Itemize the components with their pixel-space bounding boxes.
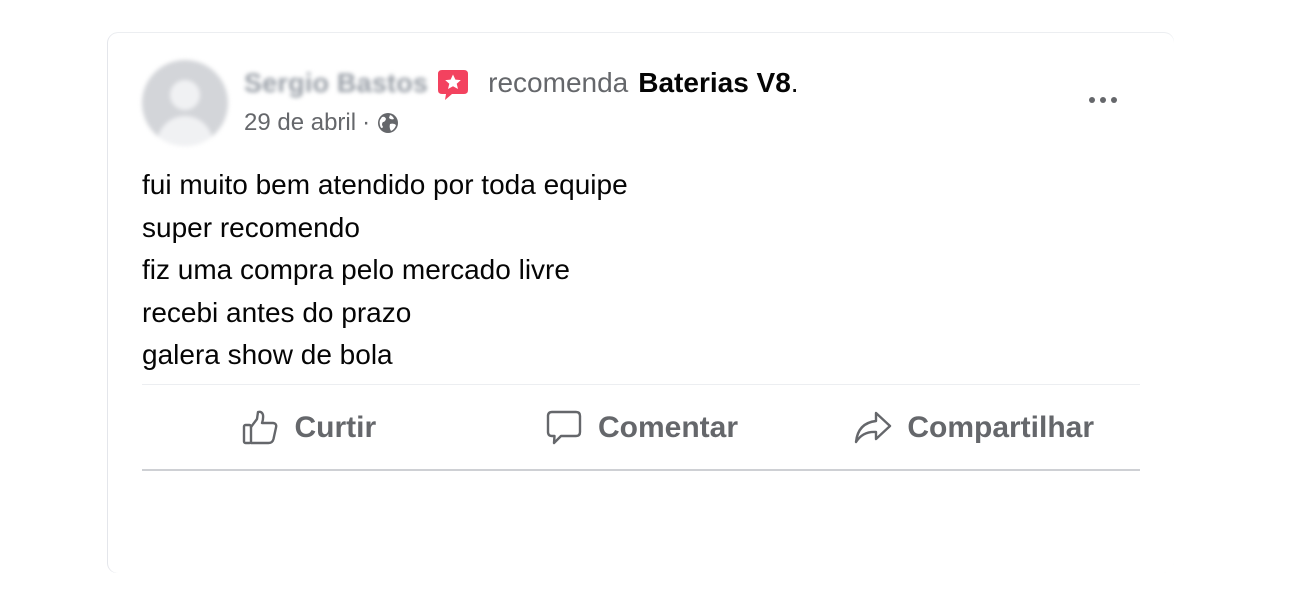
share-icon xyxy=(855,411,892,444)
comment-button[interactable]: Comentar xyxy=(475,395,808,461)
post-meta: 29 de abril · xyxy=(244,109,400,137)
post-card: Sergio Bastos recomenda Baterias V8 . 29… xyxy=(108,33,1174,573)
post-text-line: fui muito bem atendido por toda equipe xyxy=(142,169,628,200)
post-body: fui muito bem atendido por toda equipe s… xyxy=(142,164,628,377)
more-dot xyxy=(1111,97,1117,103)
post-text-line: super recomendo xyxy=(142,211,360,243)
header-period: . xyxy=(790,67,799,98)
like-label: Curtir xyxy=(294,411,377,444)
meta-separator: · xyxy=(362,109,371,136)
action-bar: Curtir Comentar Compartilhar xyxy=(142,395,1140,461)
post-text-line: galera show de bola xyxy=(142,339,393,370)
divider xyxy=(142,384,1140,385)
like-button[interactable]: Curtir xyxy=(142,395,475,461)
more-options-icon[interactable] xyxy=(1083,85,1123,115)
recommend-verb: recomenda xyxy=(488,67,629,98)
divider xyxy=(142,469,1140,471)
share-button[interactable]: Compartilhar xyxy=(807,395,1140,461)
globe-icon[interactable] xyxy=(376,111,400,135)
page-name-link[interactable]: Baterias V8 xyxy=(638,67,791,99)
comment-icon xyxy=(546,410,582,445)
recommendation-star-icon xyxy=(438,70,469,100)
more-dot xyxy=(1100,97,1106,103)
comment-label: Comentar xyxy=(597,411,739,444)
avatar[interactable] xyxy=(142,60,228,146)
post-text-line: recebi antes do prazo xyxy=(142,296,412,328)
post-date[interactable]: 29 de abril xyxy=(244,109,356,137)
post-text-line: fiz uma compra pelo mercado livre xyxy=(142,254,570,285)
post-header: Sergio Bastos recomenda Baterias V8 . xyxy=(244,63,799,103)
avatar-body-shape xyxy=(157,116,213,146)
like-icon xyxy=(242,410,277,445)
more-dot xyxy=(1089,97,1095,103)
share-label: Compartilhar xyxy=(907,411,1095,444)
author-name[interactable]: Sergio Bastos xyxy=(244,68,428,99)
avatar-head-shape xyxy=(170,80,200,110)
